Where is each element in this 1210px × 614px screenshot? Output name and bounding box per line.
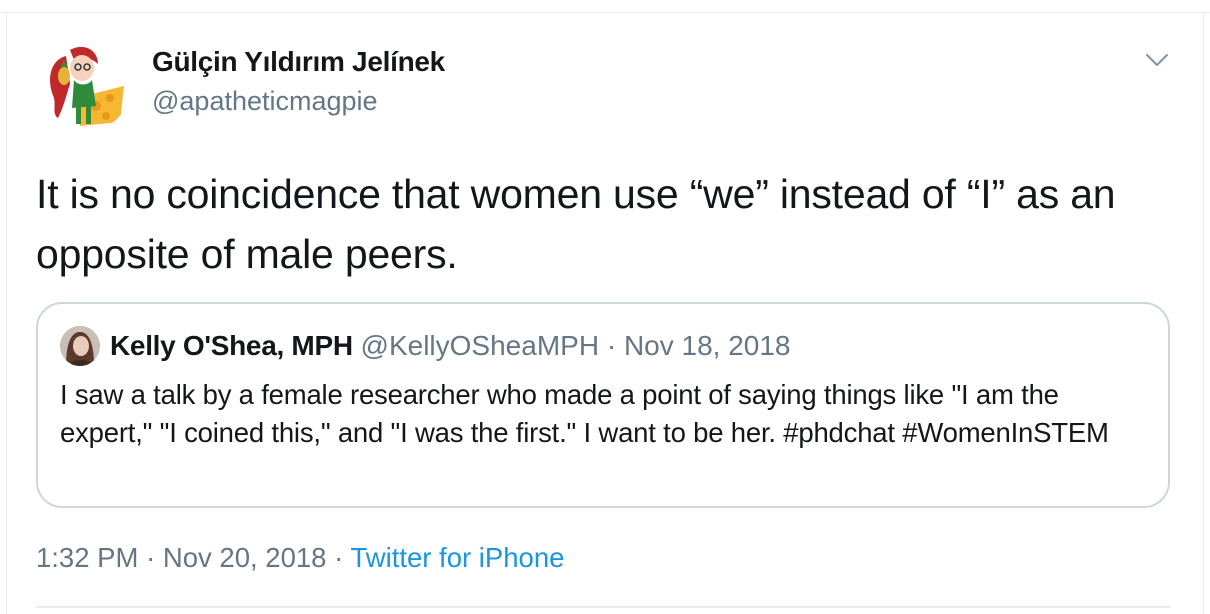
quoted-author-name[interactable]: Kelly O'Shea, MPH [110, 330, 353, 361]
tweet-source-link[interactable]: Twitter for iPhone [350, 542, 564, 573]
tweet-time[interactable]: 1:32 PM [36, 542, 138, 573]
quoted-tweet[interactable]: Kelly O'Shea, MPH @KellyOSheaMPH · Nov 1… [36, 302, 1170, 508]
avatar-illustration-icon [36, 36, 132, 132]
card-border [6, 12, 7, 614]
quoted-avatar[interactable] [60, 326, 100, 366]
separator-dot: · [606, 330, 617, 361]
tweet-meta: 1:32 PM · Nov 20, 2018 · Twitter for iPh… [36, 542, 564, 574]
separator-dot: · [334, 542, 344, 573]
avatar[interactable] [36, 36, 132, 132]
quoted-author-handle[interactable]: @KellyOSheaMPH [361, 330, 600, 361]
more-menu-button[interactable] [1142, 48, 1172, 72]
quoted-header: Kelly O'Shea, MPH @KellyOSheaMPH · Nov 1… [110, 330, 791, 362]
tweet-card: Gülçin Yıldırım Jelínek @apatheticmagpie… [0, 0, 1210, 614]
divider [36, 606, 1170, 608]
author-handle[interactable]: @apatheticmagpie [152, 86, 378, 117]
quoted-avatar-photo-icon [60, 326, 100, 366]
card-border [1203, 12, 1204, 614]
separator-dot: · [146, 542, 156, 573]
tweet-date[interactable]: Nov 20, 2018 [163, 542, 327, 573]
chevron-down-icon [1145, 53, 1169, 67]
quoted-text: I saw a talk by a female researcher who … [60, 379, 1109, 448]
quoted-date[interactable]: Nov 18, 2018 [624, 330, 791, 361]
tweet-text: It is no coincidence that women use “we”… [36, 171, 1116, 277]
card-border [0, 12, 1210, 13]
author-name[interactable]: Gülçin Yıldırım Jelínek [152, 46, 445, 78]
